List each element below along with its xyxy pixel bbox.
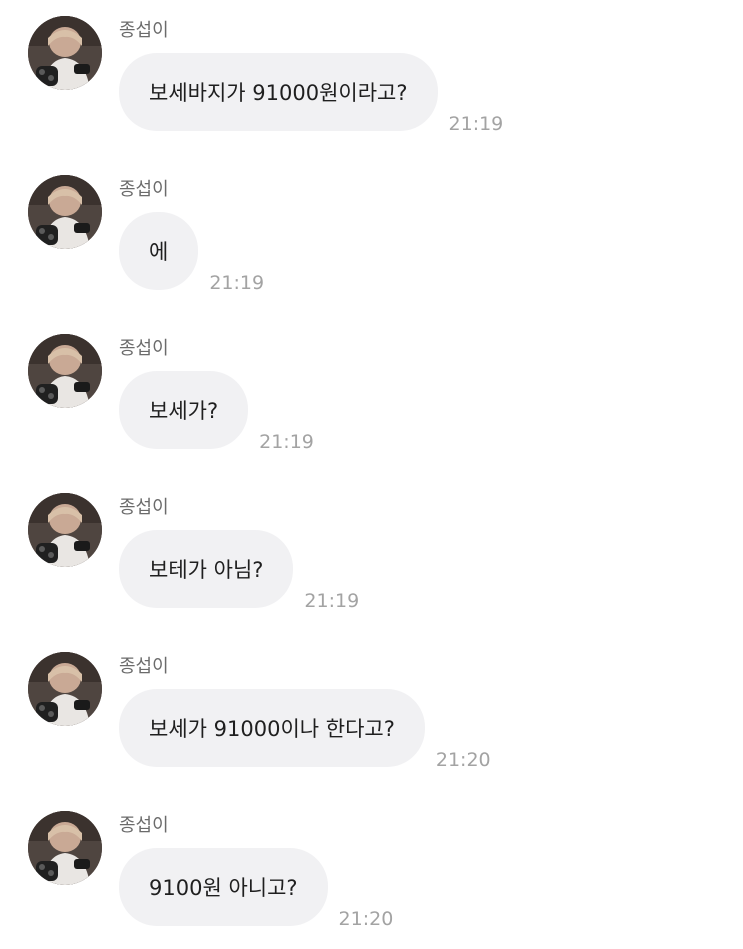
message-time: 21:19 (448, 113, 504, 135)
message-bubble[interactable]: 보세가 91000이나 한다고? (119, 689, 425, 767)
sender-name: 종섭이 (119, 815, 169, 836)
message-row: 종섭이 에 21:19 (0, 159, 743, 299)
avatar[interactable] (28, 493, 102, 567)
sender-name: 종섭이 (119, 179, 169, 200)
sender-name: 종섭이 (119, 338, 169, 359)
message-row: 종섭이 보세가? 21:19 (0, 318, 743, 458)
avatar[interactable] (28, 811, 102, 885)
profile-photo-icon (28, 175, 102, 249)
message-bubble[interactable]: 에 (119, 212, 199, 290)
avatar[interactable] (28, 334, 102, 408)
message-row: 종섭이 보세가 91000이나 한다고? 21:20 (0, 636, 743, 776)
avatar[interactable] (28, 652, 102, 726)
message-time: 21:19 (209, 272, 265, 294)
message-bubble[interactable]: 9100원 아니고? (119, 848, 328, 926)
message-row: 종섭이 보테가 아님? 21:19 (0, 477, 743, 617)
message-time: 21:19 (304, 590, 360, 612)
chat-message-list[interactable]: 종섭이 보세바지가 91000원이라고? 21:19 종섭이 에 21:19 종… (0, 0, 743, 949)
message-bubble[interactable]: 보테가 아님? (119, 530, 294, 608)
profile-photo-icon (28, 16, 102, 90)
message-time: 21:19 (259, 431, 314, 453)
message-time: 21:20 (435, 749, 491, 771)
message-time: 21:20 (338, 908, 394, 930)
profile-photo-icon (28, 334, 102, 408)
message-bubble[interactable]: 보세바지가 91000원이라고? (119, 53, 438, 131)
avatar[interactable] (28, 16, 102, 90)
profile-photo-icon (28, 652, 102, 726)
profile-photo-icon (28, 493, 102, 567)
sender-name: 종섭이 (119, 497, 169, 518)
message-row: 종섭이 보세바지가 91000원이라고? 21:19 (0, 0, 743, 140)
profile-photo-icon (28, 811, 102, 885)
sender-name: 종섭이 (119, 656, 169, 677)
message-row: 종섭이 9100원 아니고? 21:20 (0, 795, 743, 935)
avatar[interactable] (28, 175, 102, 249)
sender-name: 종섭이 (119, 20, 169, 41)
message-bubble[interactable]: 보세가? (119, 371, 249, 449)
